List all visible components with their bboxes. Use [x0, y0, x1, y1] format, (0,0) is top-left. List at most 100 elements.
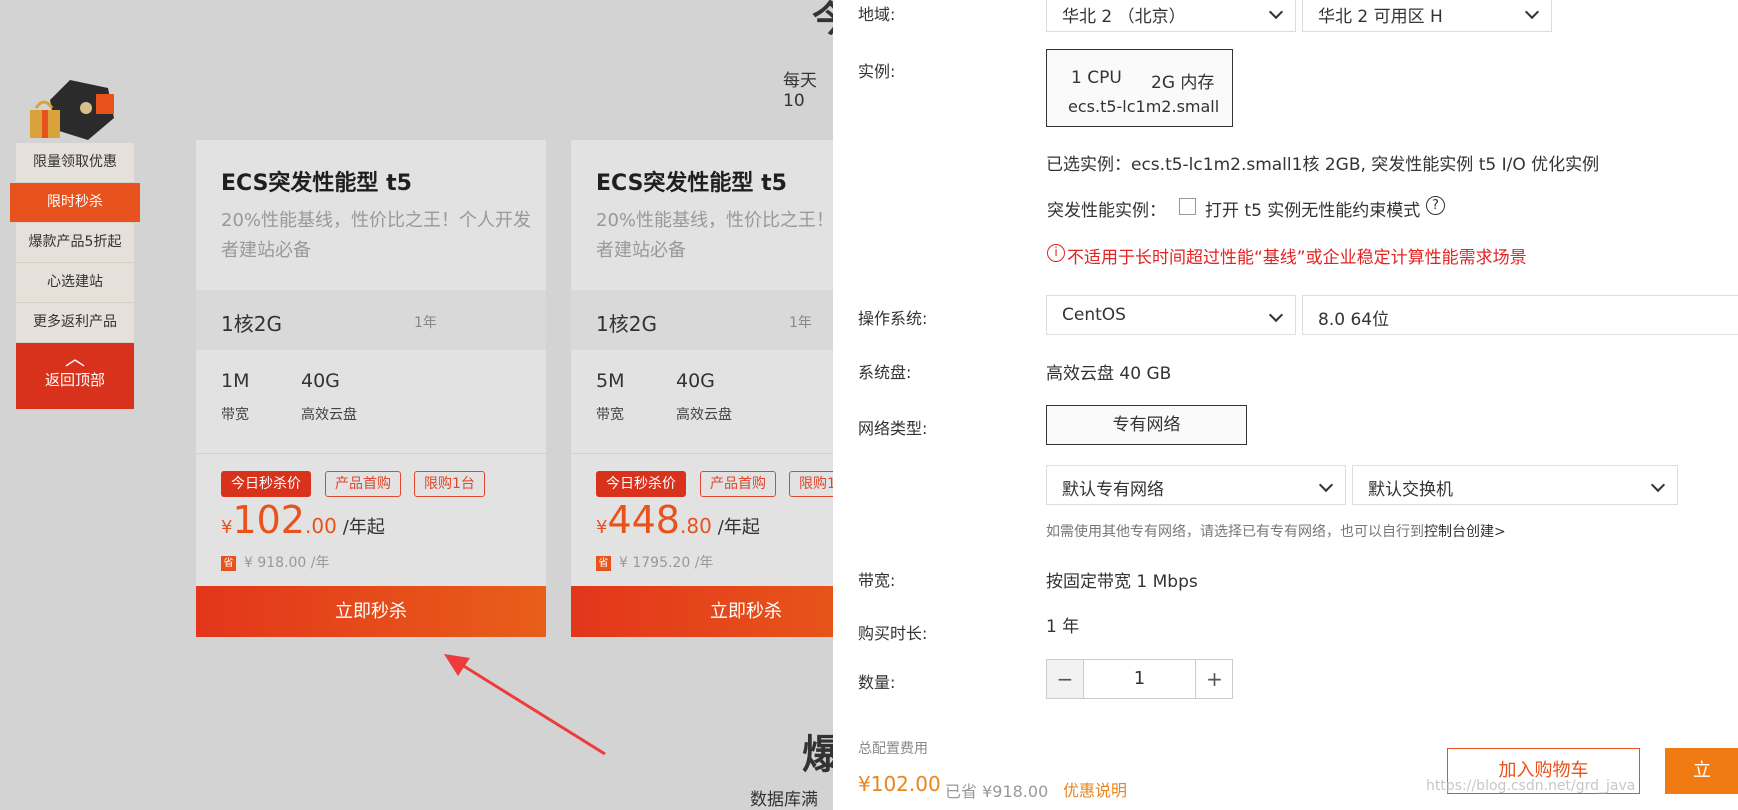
tag-first-purchase: 产品首购: [700, 471, 776, 497]
price-decimal: .80: [679, 514, 712, 538]
price-integer: 102: [232, 498, 305, 542]
card-disk: 40G: [301, 370, 340, 392]
flash-buy-button[interactable]: 立即秒杀: [196, 586, 546, 637]
card-bandwidth-label: 带宽: [221, 407, 249, 423]
card-price: ¥102.00/年起: [221, 498, 385, 542]
switch-select[interactable]: 默认交换机: [1352, 465, 1678, 505]
vpc-value: 默认专有网络: [1062, 480, 1164, 500]
price-symbol: ¥: [596, 517, 608, 538]
card-price: ¥448.80/年起: [596, 498, 760, 542]
burst-checkbox-label[interactable]: 打开 t5 实例无性能约束模式: [1205, 196, 1420, 221]
tag-limit: 限购1台: [789, 471, 833, 497]
chevron-down-icon: [1524, 4, 1540, 20]
save-icon: 省: [596, 555, 611, 571]
console-link[interactable]: 控制台创建>: [1424, 524, 1506, 540]
original-price: ¥ 918.00 /年: [244, 555, 330, 571]
decrease-button[interactable]: −: [1047, 660, 1084, 698]
original-price: ¥ 1795.20 /年: [619, 555, 714, 571]
total-label: 总配置费用: [858, 741, 928, 757]
promo-info-link[interactable]: 优惠说明: [1063, 777, 1127, 801]
warning-text: 不适用于长时间超过性能“基线”或企业稳定计算性能需求场景: [1067, 248, 1527, 268]
card-spec: 1核2G: [221, 312, 282, 336]
buy-now-label: 立: [1693, 760, 1711, 781]
instance-option[interactable]: 1 CPU 2G 内存 ecs.t5-lc1m2.small: [1046, 49, 1233, 127]
bottom-subheading: 数据库满10: [750, 790, 818, 810]
back-to-top-button[interactable]: ︿ 返回顶部: [16, 343, 134, 409]
help-icon[interactable]: ?: [1426, 196, 1445, 215]
region-value: 华北 2 （北京）: [1062, 7, 1186, 27]
side-nav-item-more-rebates[interactable]: 更多返利产品: [16, 303, 134, 343]
instance-cpu: 1 CPU: [1071, 68, 1122, 88]
card-disk: 40G: [676, 370, 715, 392]
selected-instance: 已选实例：ecs.t5-lc1m2.small1核 2GB, 突发性能实例 t5…: [1046, 155, 1600, 175]
bandwidth-value: 按固定带宽 1 Mbps: [1046, 572, 1198, 592]
card-bandwidth: 1M: [221, 370, 250, 392]
zone-value: 华北 2 可用区 H: [1318, 7, 1443, 27]
side-nav-item-hot-products[interactable]: 爆款产品5折起: [16, 223, 134, 263]
side-nav-item-flash-sale[interactable]: 限时秒杀: [10, 183, 140, 223]
card-disk-label: 高效云盘: [301, 407, 357, 423]
price-integer: 448: [607, 498, 680, 542]
buy-now-button[interactable]: 立: [1665, 748, 1738, 794]
tag-flash-price: 今日秒杀价: [221, 471, 311, 497]
section-heading: 今: [812, 0, 833, 40]
gift-illustration: [22, 74, 124, 146]
price-unit: /年起: [342, 517, 385, 538]
divider: [196, 453, 546, 454]
burst-checkbox[interactable]: [1179, 198, 1196, 215]
network-hint-text: 如需使用其他专有网络，请选择已有专有网络，也可以自行到: [1046, 524, 1424, 540]
os-value: CentOS: [1062, 305, 1126, 325]
price-decimal: .00: [304, 514, 337, 538]
disk-label: 系统盘:: [858, 363, 912, 382]
total-price: ¥102.00: [858, 772, 941, 796]
card-title: ECS突发性能型 t5: [221, 171, 412, 196]
card-bandwidth-label: 带宽: [596, 407, 624, 423]
side-nav: 限量领取优惠 限时秒杀 爆款产品5折起 心选建站 更多返利产品 ︿ 返回顶部: [10, 143, 140, 409]
section-subheading: 每天10: [783, 71, 817, 111]
card-disk-label: 高效云盘: [676, 407, 732, 423]
saved-amount: 已省 ¥918.00: [945, 782, 1049, 801]
network-hint: 如需使用其他专有网络，请选择已有专有网络，也可以自行到控制台创建>: [1046, 521, 1506, 541]
network-label: 网络类型:: [858, 419, 928, 438]
card-bandwidth: 5M: [596, 370, 625, 392]
watermark: https://blog.csdn.net/grd_java: [1426, 778, 1636, 794]
card-spec-row: 1核2G 1年: [571, 290, 833, 350]
vpc-select[interactable]: 默认专有网络: [1046, 465, 1346, 505]
region-label: 地域:: [858, 5, 896, 24]
product-card: ECS突发性能型 t5 20%性能基线，性价比之王！个人开发者建站必备 1核2G…: [571, 140, 833, 637]
side-nav-item-coupon[interactable]: 限量领取优惠: [16, 143, 134, 183]
os-version-value: 8.0 64位: [1318, 310, 1390, 330]
card-original-price: 省 ¥ 918.00 /年: [221, 552, 330, 572]
chevron-down-icon: [1268, 307, 1284, 323]
network-option[interactable]: 专有网络: [1046, 405, 1247, 445]
increase-button[interactable]: +: [1195, 660, 1233, 698]
os-select[interactable]: CentOS: [1046, 295, 1296, 335]
zone-select[interactable]: 华北 2 可用区 H: [1302, 0, 1552, 32]
card-spec: 1核2G: [596, 312, 657, 336]
tag-limit: 限购1台: [414, 471, 485, 497]
tag-first-purchase: 产品首购: [325, 471, 401, 497]
annotation-arrow: [444, 654, 606, 756]
chevron-down-icon: [1318, 477, 1334, 493]
flash-buy-button[interactable]: 立即秒杀: [571, 586, 833, 637]
back-to-top-label: 返回顶部: [44, 371, 105, 389]
instance-type: ecs.t5-lc1m2.small: [1068, 97, 1220, 116]
price-unit: /年起: [717, 517, 760, 538]
divider: [571, 453, 833, 454]
os-label: 操作系统:: [858, 309, 928, 328]
duration-label: 购买时长:: [858, 624, 928, 643]
duration-value: 1 年: [1046, 617, 1080, 637]
warning-icon: i: [1047, 244, 1065, 262]
switch-value: 默认交换机: [1368, 480, 1453, 500]
card-description: 20%性能基线，性价比之王！个人开发者建站必备: [221, 210, 532, 261]
background-page: 今 每天10 限量领取优惠 限时秒杀 爆款产品5折起 心选建站 更多返利产品 ︿…: [0, 0, 833, 810]
tag-flash-price: 今日秒杀价: [596, 471, 686, 497]
region-select[interactable]: 华北 2 （北京）: [1046, 0, 1296, 32]
bandwidth-label: 带宽:: [858, 571, 896, 590]
chevron-up-icon: ︿: [65, 346, 85, 370]
card-description: 20%性能基线，性价比之王！个人开发者建站必备: [596, 210, 833, 261]
os-version-select[interactable]: 8.0 64位: [1302, 295, 1738, 335]
side-nav-item-site-building[interactable]: 心选建站: [16, 263, 134, 303]
quantity-input[interactable]: 1: [1084, 660, 1195, 698]
chevron-down-icon: [1268, 4, 1284, 20]
